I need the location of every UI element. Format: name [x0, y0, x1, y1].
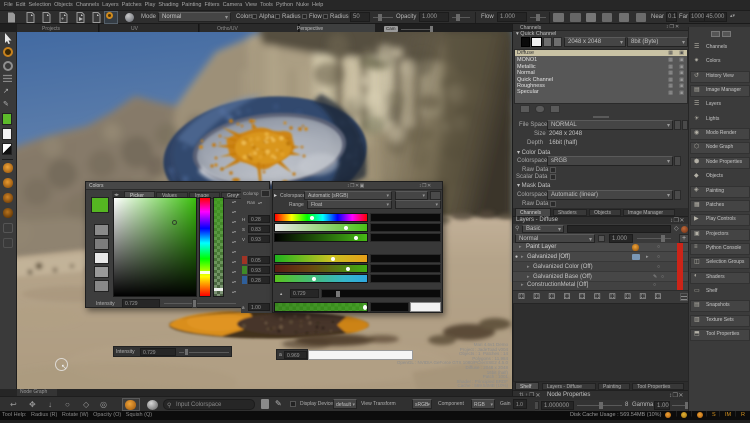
svg-text:+: + [61, 17, 64, 23]
